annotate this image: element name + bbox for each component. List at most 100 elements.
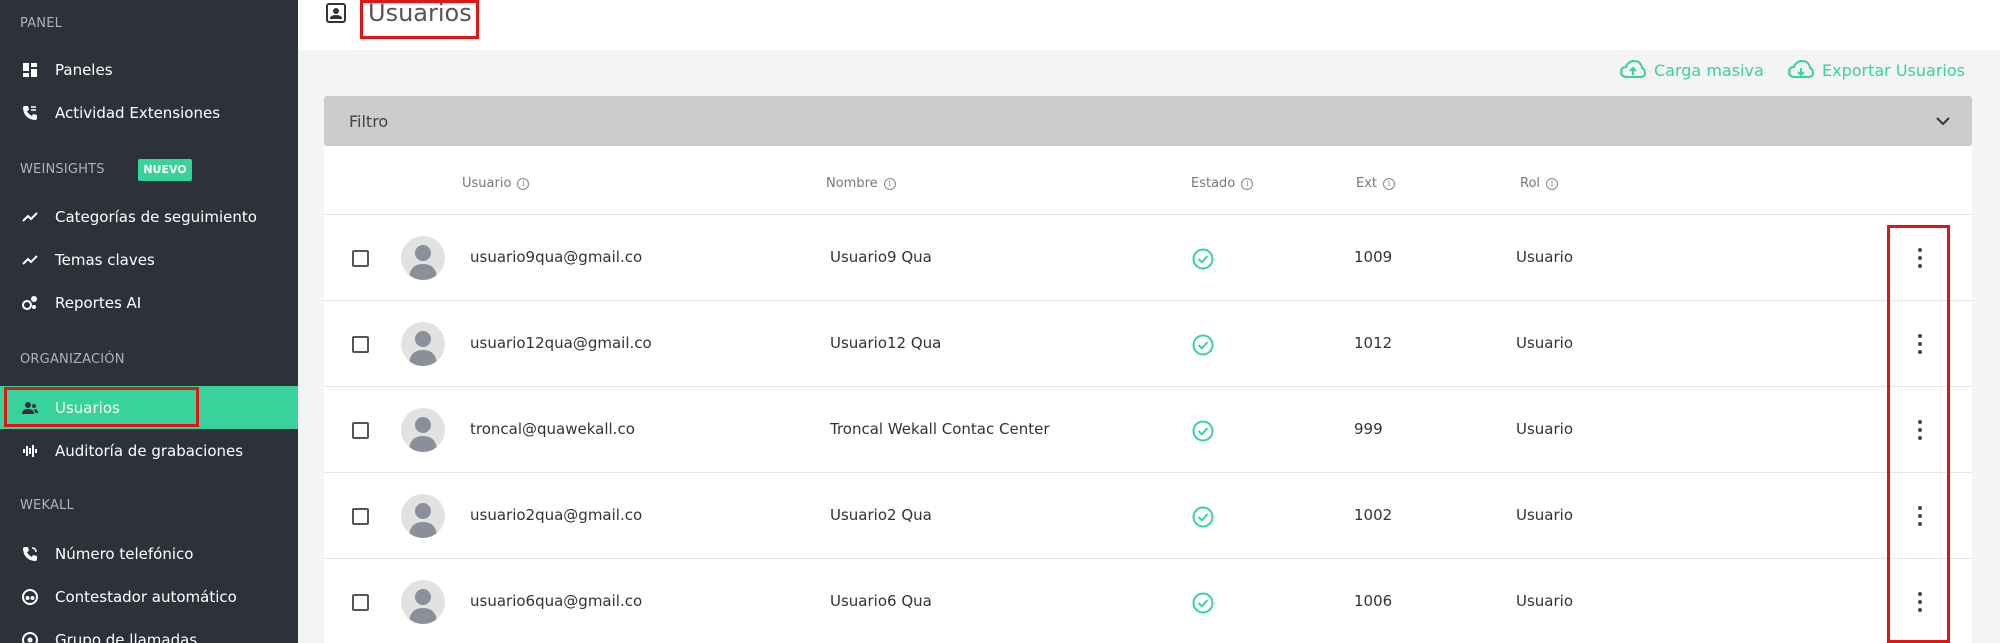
- sidebar-item-actividad-extensiones[interactable]: Actividad Extensiones: [0, 91, 298, 134]
- cloud-download-icon: [1788, 60, 1814, 78]
- status-check-icon: [1192, 248, 1214, 270]
- column-header-label: Usuario: [462, 176, 512, 191]
- row-checkbox[interactable]: [352, 508, 369, 525]
- user-ext: 1002: [1354, 506, 1393, 524]
- sidebar-item-contestador[interactable]: Contestador automático: [0, 575, 298, 618]
- call-group-icon: [22, 631, 38, 643]
- info-icon: i: [1241, 177, 1254, 190]
- column-header-estado[interactable]: Estado i: [1191, 176, 1254, 191]
- avatar: [401, 494, 445, 538]
- export-users-label: Exportar Usuarios: [1822, 60, 1965, 80]
- new-badge: NUEVO: [138, 159, 192, 181]
- sidebar-item-label: Auditoría de grabaciones: [55, 441, 244, 460]
- avatar: [401, 408, 445, 452]
- export-users-button[interactable]: Exportar Usuarios: [1788, 60, 1965, 80]
- row-actions-menu-icon[interactable]: [1915, 418, 1925, 442]
- status-check-icon: [1192, 592, 1214, 614]
- row-checkbox[interactable]: [352, 250, 369, 267]
- avatar: [401, 580, 445, 624]
- sidebar-item-temas-claves[interactable]: Temas claves: [0, 238, 298, 281]
- column-header-ext[interactable]: Ext i: [1356, 176, 1396, 191]
- section-title-wekall: WEKALL: [20, 498, 74, 513]
- ai-report-icon: [22, 295, 38, 311]
- user-email: usuario6qua@gmail.co: [470, 592, 643, 610]
- column-header-label: Nombre: [826, 176, 878, 191]
- table-row: troncal@quawekall.co Troncal Wekall Cont…: [324, 387, 1972, 473]
- row-checkbox[interactable]: [352, 594, 369, 611]
- sidebar-item-label: Categorías de seguimiento: [55, 207, 257, 226]
- sidebar-item-paneles[interactable]: Paneles: [0, 48, 298, 91]
- section-title-weinsights: WEINSIGHTS: [20, 162, 105, 177]
- column-header-label: Estado: [1191, 176, 1236, 191]
- chevron-down-icon: [1936, 116, 1950, 125]
- user-ext: 1009: [1354, 248, 1393, 266]
- audio-wave-icon: [22, 443, 38, 459]
- info-icon: i: [517, 177, 530, 190]
- user-email: usuario2qua@gmail.co: [470, 506, 643, 524]
- column-header-label: Rol: [1520, 176, 1541, 191]
- user-email: usuario9qua@gmail.co: [470, 248, 643, 266]
- sidebar-item-categorias[interactable]: Categorías de seguimiento: [0, 195, 298, 238]
- row-actions-menu-icon[interactable]: [1915, 246, 1925, 270]
- sidebar-item-label: Grupo de llamadas: [55, 630, 198, 643]
- row-actions-menu-icon[interactable]: [1915, 504, 1925, 528]
- column-header-label: Ext: [1356, 176, 1378, 191]
- bulk-upload-button[interactable]: Carga masiva: [1620, 60, 1764, 80]
- cloud-upload-icon: [1620, 60, 1646, 78]
- user-role: Usuario: [1516, 592, 1574, 610]
- row-actions-menu-icon[interactable]: [1915, 332, 1925, 356]
- user-name: Usuario6 Qua: [830, 592, 932, 610]
- page-header: Usuarios: [298, 0, 2000, 50]
- sidebar: PANEL Paneles Actividad Extensiones WEIN…: [0, 0, 298, 643]
- user-role: Usuario: [1516, 248, 1574, 266]
- status-check-icon: [1192, 334, 1214, 356]
- sidebar-item-reportes-ai[interactable]: Reportes AI: [0, 281, 298, 324]
- sidebar-item-auditoria[interactable]: Auditoría de grabaciones: [0, 429, 298, 472]
- user-card-icon: [326, 3, 346, 23]
- status-check-icon: [1192, 506, 1214, 528]
- avatar: [401, 322, 445, 366]
- trend-icon: [22, 252, 38, 268]
- user-email: troncal@quawekall.co: [470, 420, 635, 438]
- sidebar-item-label: Reportes AI: [55, 293, 142, 312]
- info-icon: i: [1383, 177, 1396, 190]
- sidebar-item-numero-telefonico[interactable]: Número telefónico: [0, 532, 298, 575]
- section-title-panel: PANEL: [20, 16, 63, 31]
- user-role: Usuario: [1516, 420, 1574, 438]
- row-checkbox[interactable]: [352, 336, 369, 353]
- user-role: Usuario: [1516, 334, 1574, 352]
- table-row: usuario12qua@gmail.co Usuario12 Qua 1012…: [324, 301, 1972, 387]
- column-header-nombre[interactable]: Nombre i: [826, 176, 896, 191]
- user-name: Usuario12 Qua: [830, 334, 942, 352]
- phone-icon: [22, 546, 38, 562]
- user-name: Usuario9 Qua: [830, 248, 932, 266]
- user-email: usuario12qua@gmail.co: [470, 334, 652, 352]
- filter-label: Filtro: [349, 111, 389, 131]
- users-icon: [22, 400, 38, 416]
- info-icon: i: [883, 177, 896, 190]
- sidebar-item-label: Paneles: [55, 60, 113, 79]
- avatar: [401, 236, 445, 280]
- dashboard-icon: [22, 62, 38, 78]
- user-ext: 1006: [1354, 592, 1393, 610]
- filter-panel-toggle[interactable]: Filtro: [324, 96, 1972, 146]
- autoresponder-icon: [22, 588, 38, 605]
- bulk-upload-label: Carga masiva: [1654, 60, 1764, 80]
- sidebar-item-usuarios[interactable]: Usuarios: [0, 386, 298, 429]
- sidebar-item-grupo-llamadas[interactable]: Grupo de llamadas: [0, 618, 298, 643]
- users-table: Usuario i Nombre i Estado i Ext i Rol i usuar…: [324, 146, 1972, 643]
- user-name: Troncal Wekall Contac Center: [830, 420, 1050, 438]
- column-header-rol[interactable]: Rol i: [1520, 176, 1559, 191]
- row-checkbox[interactable]: [352, 422, 369, 439]
- table-row: usuario6qua@gmail.co Usuario6 Qua 1006 U…: [324, 559, 1972, 643]
- sidebar-item-label: Número telefónico: [55, 544, 194, 563]
- phone-activity-icon: [22, 105, 38, 121]
- table-row: usuario9qua@gmail.co Usuario9 Qua 1009 U…: [324, 215, 1972, 301]
- sidebar-item-label: Actividad Extensiones: [55, 103, 221, 122]
- row-actions-menu-icon[interactable]: [1915, 590, 1925, 614]
- page-title: Usuarios: [368, 0, 472, 27]
- section-title-organizacion: ORGANIZACIÓN: [20, 352, 125, 367]
- user-ext: 1012: [1354, 334, 1393, 352]
- column-header-usuario[interactable]: Usuario i: [462, 176, 530, 191]
- status-check-icon: [1192, 420, 1214, 442]
